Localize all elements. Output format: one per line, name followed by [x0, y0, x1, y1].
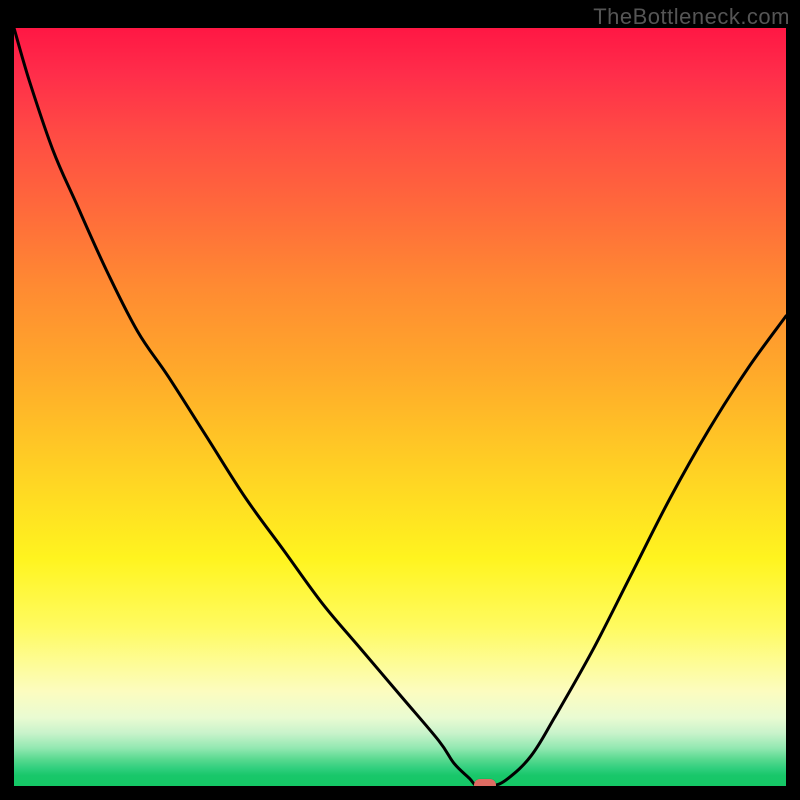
- minimum-marker: [474, 779, 496, 786]
- curve-path: [14, 28, 786, 786]
- watermark-text: TheBottleneck.com: [593, 4, 790, 30]
- bottleneck-curve: [14, 28, 786, 786]
- chart-frame: TheBottleneck.com: [0, 0, 800, 800]
- plot-area: [14, 28, 786, 786]
